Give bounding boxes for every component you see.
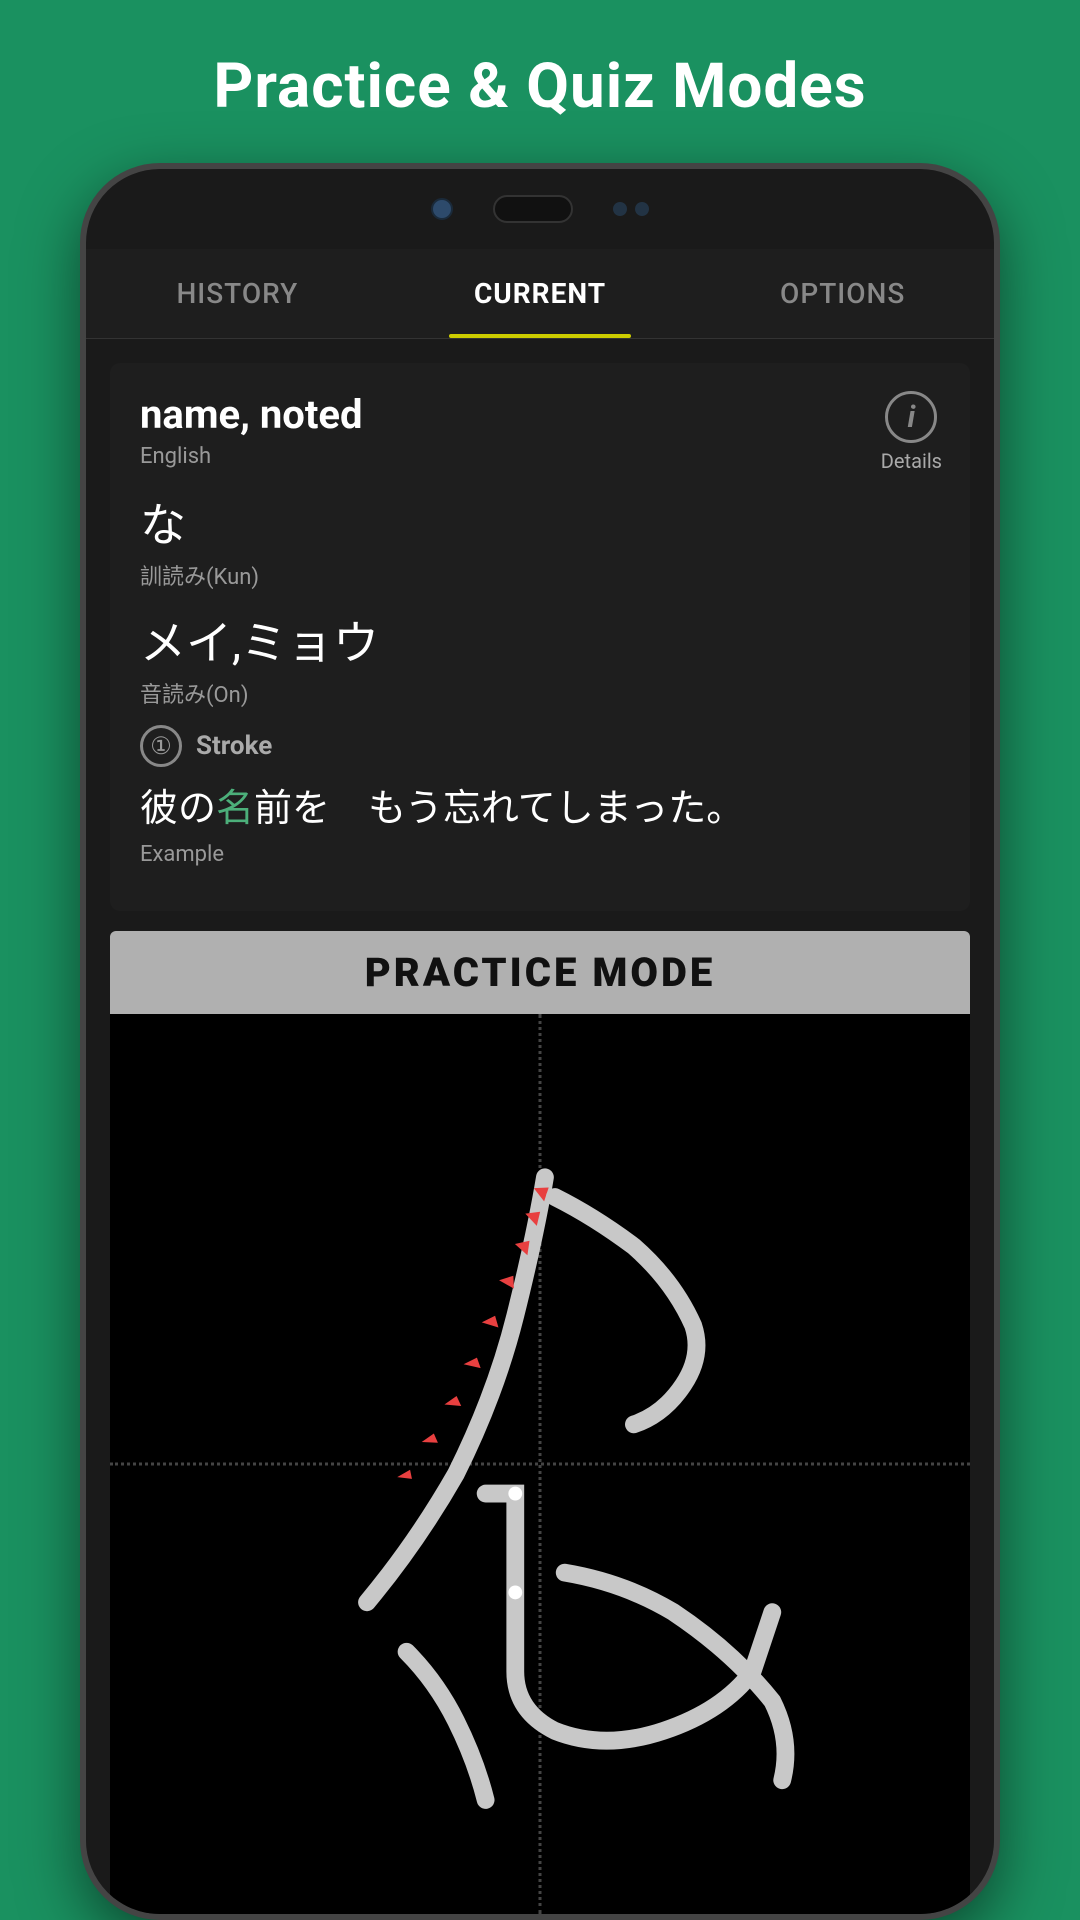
tab-options-label: OPTIONS [780, 277, 905, 310]
kun-reading-row: な 訓読み(Kun) [140, 489, 940, 591]
tab-current[interactable]: CURRENT [389, 249, 692, 338]
app-content: HISTORY CURRENT OPTIONS i Details name, … [86, 249, 994, 1914]
kanji-card: i Details name, noted English な 訓読み(Kun)… [110, 363, 970, 911]
on-reading-label: 音読み(On) [140, 677, 940, 709]
dot-marker-1 [508, 1487, 522, 1501]
page-title: Practice & Quiz Modes [213, 50, 866, 123]
sensor-dot-1 [613, 202, 627, 216]
example-kanji: 名 [216, 787, 254, 831]
kanji-canvas[interactable] [110, 1014, 970, 1914]
kun-reading-label: 訓読み(Kun) [140, 559, 940, 591]
stroke-3 [486, 1494, 773, 1741]
example-text: 彼の名前を もう忘れてしまった。 [140, 783, 940, 836]
stroke-label: Stroke [196, 731, 272, 761]
details-button[interactable]: i Details [881, 391, 942, 473]
front-camera [431, 198, 453, 220]
speaker-grille [493, 195, 573, 223]
stroke-5 [407, 1652, 486, 1800]
tab-history[interactable]: HISTORY [86, 249, 389, 338]
on-reading-row: メイ,ミョウ 音読み(On) [140, 607, 940, 709]
sensors [613, 202, 649, 216]
tabs-bar: HISTORY CURRENT OPTIONS [86, 249, 994, 339]
practice-title: PRACTICE MODE [365, 949, 716, 996]
sensor-dot-2 [635, 202, 649, 216]
stroke-row: ① Stroke [140, 725, 940, 767]
example-row: 彼の名前を もう忘れてしまった。 Example [140, 783, 940, 867]
kun-reading-text: な [140, 489, 940, 555]
stroke-number: ① [140, 725, 182, 767]
stroke-2 [555, 1197, 697, 1424]
kanji-drawing [110, 1014, 970, 1914]
phone-frame: HISTORY CURRENT OPTIONS i Details name, … [80, 163, 1000, 1920]
tab-current-label: CURRENT [474, 277, 606, 310]
main-word: name, noted [140, 391, 940, 438]
lang-label: English [140, 444, 940, 469]
dot-marker-2 [508, 1586, 522, 1600]
details-label: Details [881, 449, 942, 473]
practice-mode-header: PRACTICE MODE [110, 931, 970, 1014]
example-label: Example [140, 842, 940, 867]
phone-top-bar [86, 169, 994, 249]
example-before: 彼の [140, 787, 216, 831]
tab-options[interactable]: OPTIONS [691, 249, 994, 338]
tab-history-label: HISTORY [176, 277, 298, 310]
example-after: 前を もう忘れてしまった。 [254, 787, 744, 831]
info-icon: i [885, 391, 937, 443]
on-reading-text: メイ,ミョウ [140, 607, 940, 673]
